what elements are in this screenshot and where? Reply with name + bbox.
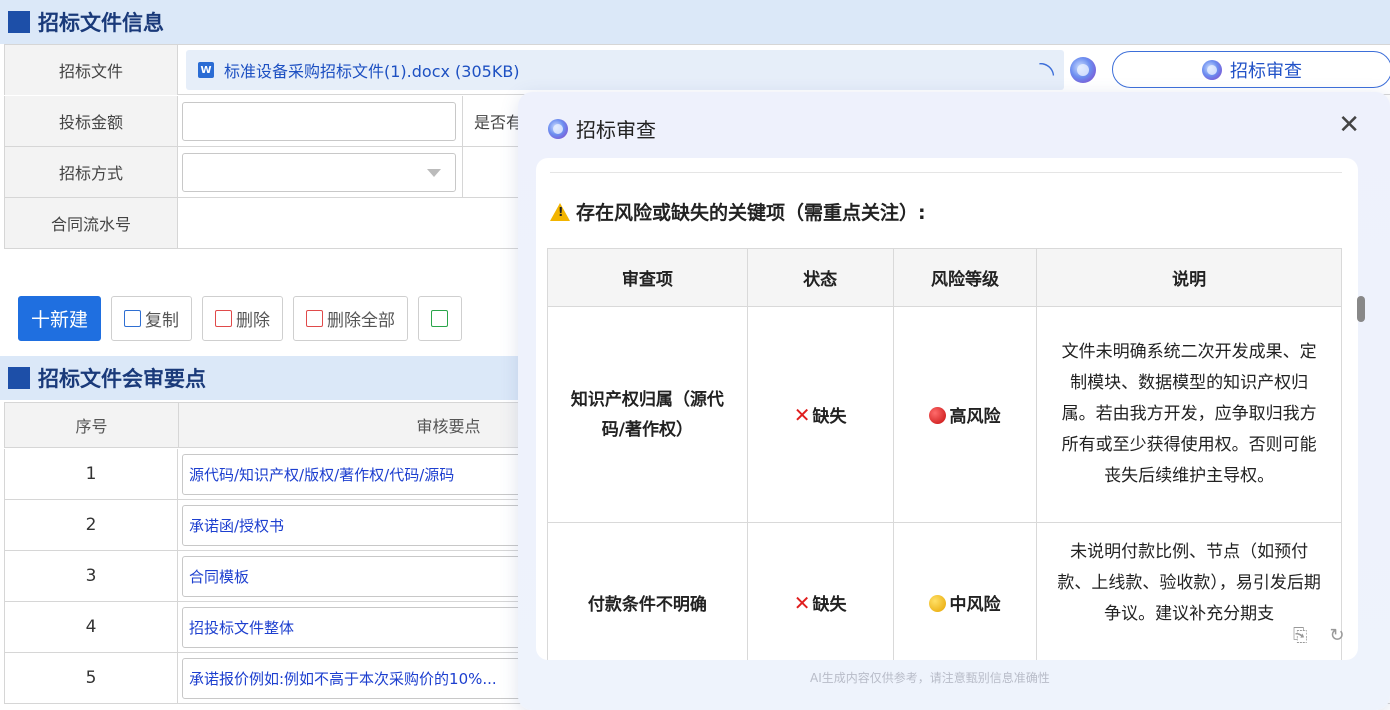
panel-title: 招标审查 bbox=[548, 114, 656, 143]
risk-desc: 文件未明确系统二次开发成果、定制模块、数据模型的知识产权归属。若由我方开发，应争… bbox=[1036, 306, 1342, 523]
divider bbox=[550, 172, 1342, 173]
serial-label: 合同流水号 bbox=[4, 198, 178, 248]
warning-text: 存在风险或缺失的关键项（需重点关注）: bbox=[576, 202, 926, 224]
method-label: 招标方式 bbox=[4, 147, 178, 197]
trash-icon bbox=[215, 310, 233, 327]
file-info-header: 招标文件信息 bbox=[0, 0, 1390, 44]
risk-status-text: 缺失 bbox=[812, 407, 847, 427]
form-row-file: 招标文件 W 标准设备采购招标文件(1).docx (305KB) ⌒ 招标审查 bbox=[4, 44, 1390, 95]
row-index: 2 bbox=[4, 500, 178, 550]
ai-orb-icon bbox=[1202, 59, 1222, 80]
tender-review-panel: 招标审查 ✕ 存在风险或缺失的关键项（需重点关注）: 审查项 状态 风险等级 说… bbox=[518, 92, 1390, 710]
file-attachment[interactable]: W 标准设备采购招标文件(1).docx (305KB) bbox=[186, 50, 1064, 90]
red-dot-icon bbox=[929, 407, 947, 424]
yellow-dot-icon bbox=[929, 595, 947, 612]
risk-level-text: 高风险 bbox=[949, 407, 1001, 427]
word-file-icon: W bbox=[198, 62, 214, 78]
delete-all-button[interactable]: 删除全部 bbox=[293, 296, 409, 341]
chevron-down-icon bbox=[427, 169, 441, 177]
header-risk: 风险等级 bbox=[892, 248, 1038, 307]
ai-assistant-icon[interactable] bbox=[1070, 57, 1096, 83]
copy-button[interactable]: 复制 bbox=[111, 296, 193, 341]
risk-level: 中风险 bbox=[892, 522, 1038, 660]
header-square-icon bbox=[8, 11, 30, 33]
risk-level-text: 中风险 bbox=[949, 595, 1001, 615]
import-icon bbox=[431, 310, 449, 327]
risk-status: ✕ 缺失 bbox=[746, 306, 894, 523]
risk-table-header: 审查项 状态 风险等级 说明 bbox=[547, 248, 1342, 307]
method-select[interactable] bbox=[182, 153, 456, 192]
row-index: 1 bbox=[4, 449, 178, 499]
risk-item: 知识产权归属（源代码/著作权） bbox=[547, 306, 748, 523]
review-button-label: 招标审查 bbox=[1230, 60, 1302, 82]
card-actions: ⎘ ↻ bbox=[1293, 625, 1345, 646]
risk-level: 高风险 bbox=[892, 306, 1038, 523]
amount-label: 投标金额 bbox=[4, 96, 178, 146]
delete-all-icon bbox=[306, 310, 324, 327]
copy-icon[interactable]: ⎘ bbox=[1293, 625, 1307, 646]
risk-item: 付款条件不明确 bbox=[547, 522, 748, 660]
amount-input[interactable] bbox=[182, 102, 456, 141]
import-button[interactable] bbox=[418, 296, 463, 341]
risk-status-text: 缺失 bbox=[812, 595, 847, 615]
header-desc: 说明 bbox=[1036, 248, 1342, 307]
ai-disclaimer-text: AI生成内容仅供参考，请注意甄别信息准确性 bbox=[810, 671, 1050, 685]
row-index: 4 bbox=[4, 602, 178, 652]
method-divider bbox=[462, 147, 522, 197]
review-result-card: 存在风险或缺失的关键项（需重点关注）: 审查项 状态 风险等级 说明 知识产权归… bbox=[536, 158, 1358, 660]
header-status: 状态 bbox=[746, 248, 894, 307]
copy-icon bbox=[124, 310, 142, 327]
risk-row: 付款条件不明确 ✕ 缺失 中风险 未说明付款比例、节点（如预付款、上线款、验收款）… bbox=[547, 522, 1342, 660]
delete-all-button-label: 删除全部 bbox=[327, 311, 396, 331]
header-item: 审查项 bbox=[547, 248, 748, 307]
row-index: 5 bbox=[4, 653, 178, 703]
file-info-title: 招标文件信息 bbox=[38, 11, 164, 35]
risk-status: ✕ 缺失 bbox=[746, 522, 894, 660]
new-button-label: 十新建 bbox=[31, 309, 89, 331]
delete-button[interactable]: 删除 bbox=[202, 296, 284, 341]
review-points-title: 招标文件会审要点 bbox=[38, 367, 206, 391]
toolbar: 十新建 复制 删除 删除全部 bbox=[18, 296, 463, 342]
has-partial-label: 是否有 bbox=[462, 96, 522, 146]
new-button[interactable]: 十新建 bbox=[18, 296, 102, 341]
risk-table: 审查项 状态 风险等级 说明 知识产权归属（源代码/著作权） ✕ 缺失 高风险 文… bbox=[547, 248, 1342, 660]
header-square-icon bbox=[8, 367, 30, 389]
warning-heading: 存在风险或缺失的关键项（需重点关注）: bbox=[550, 198, 926, 225]
copy-button-label: 复制 bbox=[145, 311, 180, 331]
row-index: 3 bbox=[4, 551, 178, 601]
cross-icon: ✕ bbox=[793, 591, 811, 615]
scrollbar-thumb[interactable] bbox=[1357, 296, 1365, 322]
file-label: 招标文件 bbox=[4, 45, 178, 95]
risk-row: 知识产权归属（源代码/著作权） ✕ 缺失 高风险 文件未明确系统二次开发成果、定制… bbox=[547, 306, 1342, 523]
refresh-icon[interactable]: ↻ bbox=[1329, 625, 1344, 646]
warning-icon bbox=[550, 202, 570, 221]
close-icon[interactable]: ✕ bbox=[1338, 110, 1360, 140]
cross-icon: ✕ bbox=[793, 403, 811, 427]
file-name-link[interactable]: 标准设备采购招标文件(1).docx (305KB) bbox=[224, 58, 520, 82]
review-tender-button[interactable]: 招标审查 bbox=[1112, 51, 1390, 88]
delete-button-label: 删除 bbox=[236, 311, 271, 331]
panel-title-text: 招标审查 bbox=[576, 118, 656, 142]
ai-orb-icon bbox=[548, 118, 568, 139]
col-index-header: 序号 bbox=[4, 403, 178, 447]
